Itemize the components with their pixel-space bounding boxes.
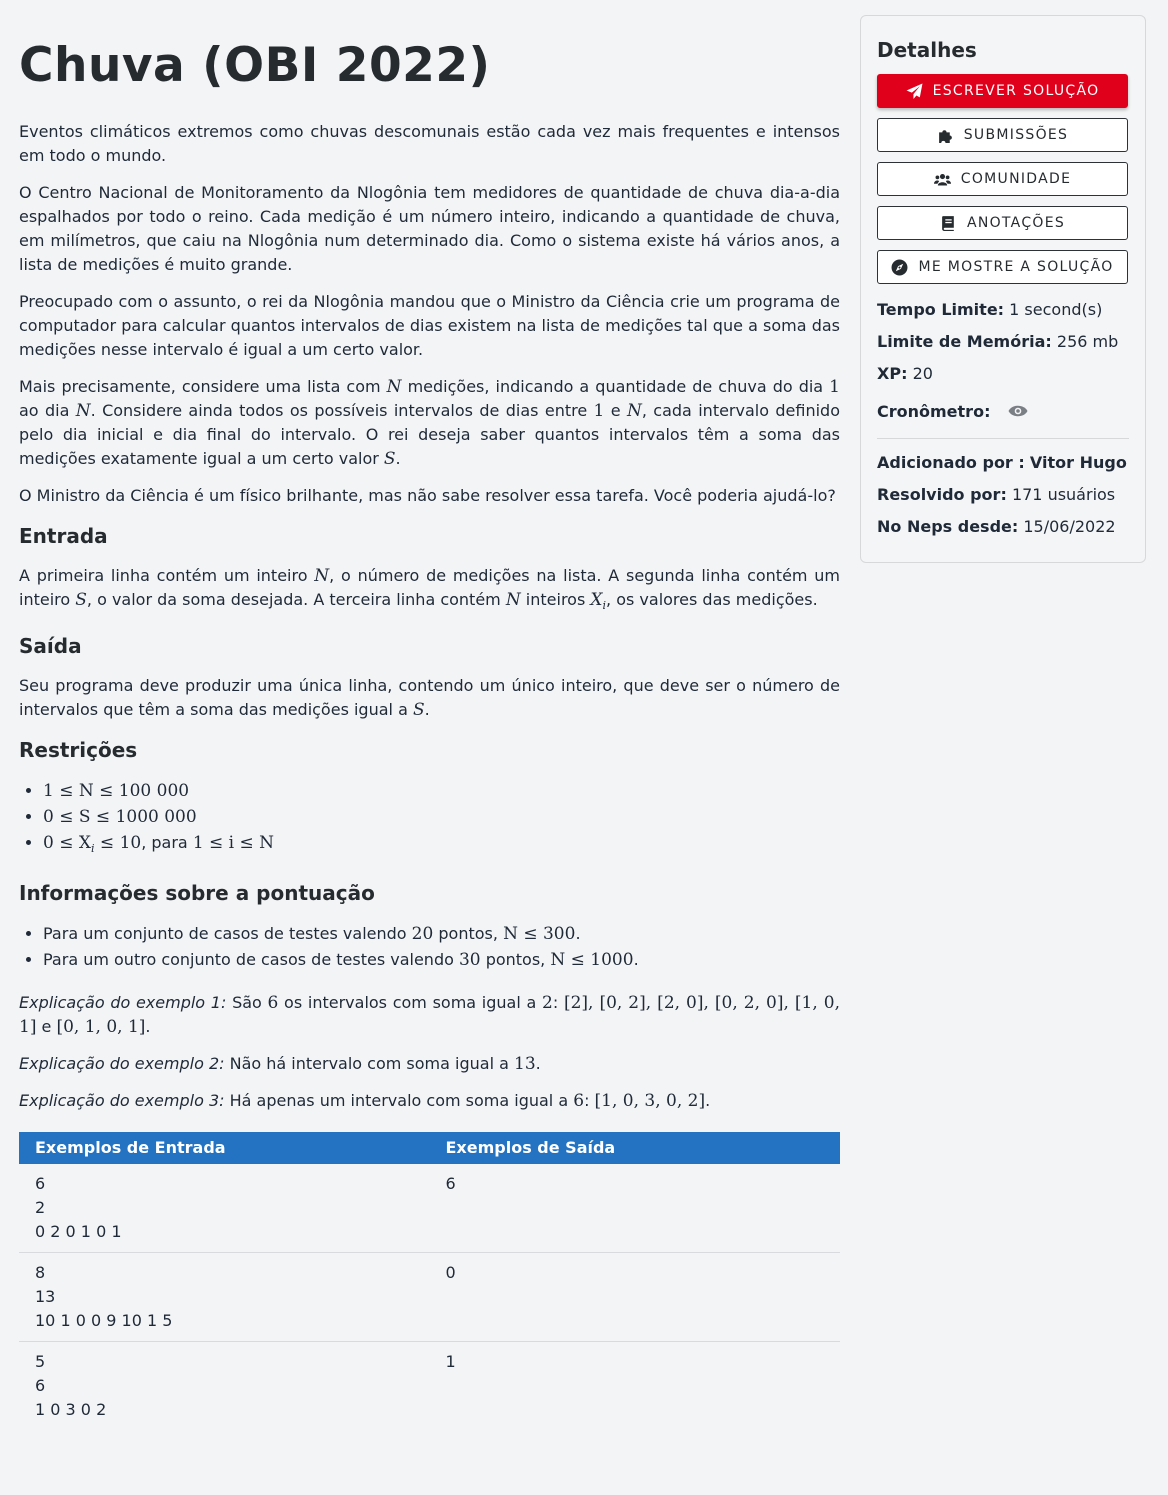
- divider: [877, 438, 1129, 439]
- details-info: Tempo Limite: 1 second(s) Limite de Memó…: [877, 294, 1129, 428]
- memory-limit: Limite de Memória: 256 mb: [877, 332, 1119, 351]
- table-row: 8 13 10 1 0 0 9 10 1 5 0: [19, 1252, 840, 1343]
- example-1-explanation: Explicação do exemplo 1: São 6 os interv…: [19, 993, 840, 1038]
- example-input[interactable]: 6 2 0 2 0 1 0 1: [19, 1164, 430, 1254]
- example-3-explanation: Explicação do exemplo 3: Há apenas um in…: [19, 1091, 711, 1112]
- details-card: Detalhes ESCREVER SOLUÇÃO SUBMISSÕES COM…: [860, 15, 1146, 563]
- example-output[interactable]: 0: [429, 1252, 840, 1343]
- time-limit: Tempo Limite: 1 second(s): [877, 300, 1103, 319]
- write-solution-button[interactable]: ESCREVER SOLUÇÃO: [877, 74, 1128, 108]
- intro-paragraph-1: Eventos climáticos extremos como chuvas …: [19, 122, 840, 165]
- section-title-restricoes: Restrições: [19, 738, 138, 763]
- section-title-entrada: Entrada: [19, 524, 108, 548]
- section-title-pontuacao: Informações sobre a pontuação: [19, 881, 375, 906]
- examples-input-header: Exemplos de Entrada: [19, 1132, 430, 1165]
- puzzle-icon: [938, 129, 952, 143]
- table-row: 6 2 0 2 0 1 0 1 6: [19, 1164, 840, 1254]
- examples-table: Exemplos de Entrada Exemplos de Saída 6 …: [19, 1132, 840, 1430]
- page-title: Chuva (OBI 2022): [19, 38, 491, 93]
- users-icon: [933, 173, 951, 185]
- paper-plane-icon: [906, 83, 923, 99]
- compass-icon: [892, 259, 908, 275]
- list-item: 0 ≤ S ≤ 1000 000: [43, 804, 840, 830]
- saida-text: Seu programa deve produzir uma única lin…: [19, 676, 840, 721]
- example-input[interactable]: 8 13 10 1 0 0 9 10 1 5: [19, 1252, 430, 1343]
- timer: Cronômetro:: [877, 396, 1129, 428]
- entrada-text: A primeira linha contém um inteiro N, o …: [19, 566, 840, 613]
- intro-paragraph-2: O Centro Nacional de Monitoramento da Nl…: [19, 183, 840, 274]
- intro-paragraph-3: Preocupado com o assunto, o rei da Nlogô…: [19, 292, 840, 359]
- show-solution-button[interactable]: ME MOSTRE A SOLUÇÃO: [877, 250, 1128, 284]
- list-item: Para um outro conjunto de casos de teste…: [43, 947, 840, 973]
- details-meta: Adicionado por : Vitor Hugo Resolvido po…: [877, 447, 1129, 543]
- eye-icon[interactable]: [1008, 397, 1028, 429]
- pontuacao-list: Para um conjunto de casos de testes vale…: [19, 921, 840, 973]
- table-row: 5 6 1 0 3 0 2 1: [19, 1342, 840, 1431]
- details-title: Detalhes: [877, 38, 977, 62]
- neps-since: No Neps desde: 15/06/2022: [877, 517, 1116, 536]
- intro-paragraph-5: O Ministro da Ciência é um físico brilha…: [19, 486, 836, 505]
- community-button[interactable]: COMUNIDADE: [877, 162, 1128, 196]
- xp: XP: 20: [877, 364, 933, 383]
- solved-by: Resolvido por: 171 usuários: [877, 485, 1116, 504]
- example-2-explanation: Explicação do exemplo 2: Não há interval…: [19, 1054, 541, 1075]
- problem-statement: Chuva (OBI 2022) Eventos climáticos extr…: [19, 0, 840, 1430]
- list-item: 0 ≤ Xi ≤ 10, para 1 ≤ i ≤ N: [43, 830, 840, 861]
- section-title-saida: Saída: [19, 634, 82, 659]
- intro-paragraph-4: Mais precisamente, considere uma lista c…: [19, 377, 841, 469]
- book-icon: [942, 215, 954, 231]
- example-input[interactable]: 5 6 1 0 3 0 2: [19, 1342, 430, 1431]
- example-output[interactable]: 6: [429, 1164, 840, 1254]
- example-output[interactable]: 1: [430, 1342, 841, 1431]
- restricoes-list: 1 ≤ N ≤ 100 000 0 ≤ S ≤ 1000 000 0 ≤ Xi …: [19, 778, 840, 861]
- list-item: 1 ≤ N ≤ 100 000: [43, 778, 840, 804]
- list-item: Para um conjunto de casos de testes vale…: [43, 921, 840, 947]
- added-by: Adicionado por : Vitor Hugo: [877, 453, 1127, 472]
- notes-button[interactable]: ANOTAÇÕES: [877, 206, 1128, 240]
- submissions-button[interactable]: SUBMISSÕES: [877, 118, 1128, 152]
- examples-output-header: Exemplos de Saída: [429, 1132, 840, 1165]
